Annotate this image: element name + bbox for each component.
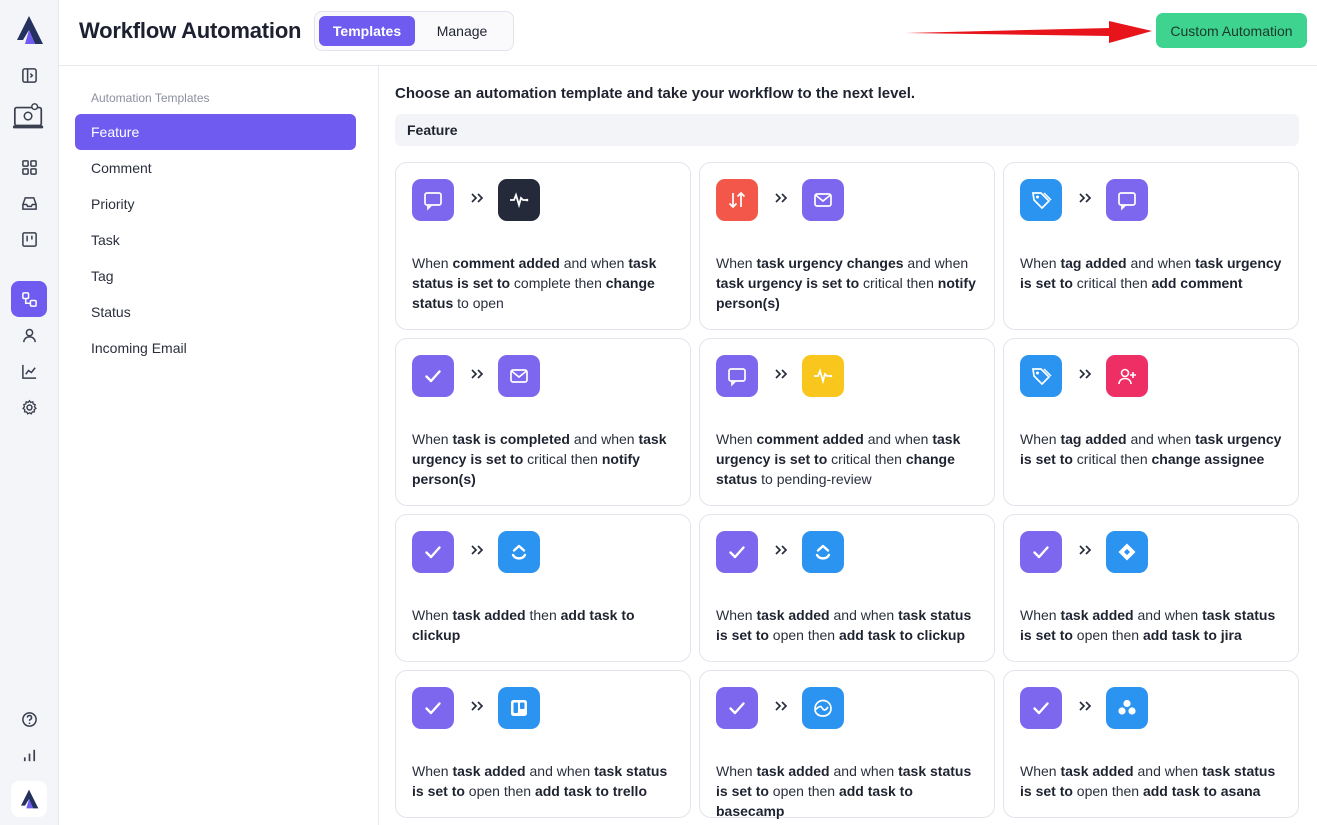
clickup-icon — [802, 531, 844, 573]
templates-main: Choose an automation template and take y… — [379, 66, 1317, 825]
check-icon — [412, 355, 454, 397]
subnav-item-tag[interactable]: Tag — [75, 258, 356, 294]
template-card[interactable]: When task added and when task status is … — [1003, 670, 1299, 818]
settings-gear-icon[interactable] — [11, 389, 47, 425]
app-rail — [0, 0, 59, 825]
template-description: When comment added and when task urgency… — [716, 431, 961, 487]
tab-templates[interactable]: Templates — [319, 16, 415, 46]
app-logo-icon[interactable] — [11, 12, 47, 48]
sort-arrows-icon — [716, 179, 758, 221]
template-card[interactable]: When task added and when task status is … — [699, 670, 995, 819]
subnav-item-task[interactable]: Task — [75, 222, 356, 258]
template-card[interactable]: When task added and when task status is … — [1003, 514, 1299, 662]
double-chevron-right-icon — [773, 366, 789, 382]
subnav-item-priority[interactable]: Priority — [75, 186, 356, 222]
custom-automation-button[interactable]: Custom Automation — [1156, 13, 1307, 48]
dashboard-grid-icon[interactable] — [11, 149, 47, 185]
comment-icon — [1106, 179, 1148, 221]
mail-icon — [498, 355, 540, 397]
template-card[interactable]: When task added and when task status is … — [699, 514, 995, 662]
double-chevron-right-icon — [469, 190, 485, 206]
activity-icon — [498, 179, 540, 221]
template-description: When task added and when task status is … — [1020, 607, 1276, 643]
template-categories: Automation Templates Feature Comment Pri… — [59, 66, 379, 825]
mail-icon — [802, 179, 844, 221]
basecamp-icon — [802, 687, 844, 729]
tag-icon — [1020, 355, 1062, 397]
check-icon — [1020, 531, 1062, 573]
trello-icon — [498, 687, 540, 729]
tag-icon — [1020, 179, 1062, 221]
template-card[interactable]: When task urgency changes and when task … — [699, 162, 995, 330]
double-chevron-right-icon — [773, 542, 789, 558]
help-icon[interactable] — [11, 701, 47, 737]
tab-manage[interactable]: Manage — [419, 16, 505, 46]
page-title: Workflow Automation — [79, 18, 302, 43]
check-icon — [412, 531, 454, 573]
double-chevron-right-icon — [773, 190, 789, 206]
subnav-item-feature[interactable]: Feature — [75, 114, 356, 150]
user-icon[interactable] — [11, 317, 47, 353]
template-description: When tag added and when task urgency is … — [1020, 255, 1282, 291]
subnav-item-status[interactable]: Status — [75, 294, 356, 330]
stats-bars-icon[interactable] — [11, 737, 47, 773]
template-description: When task added and when task status is … — [1020, 763, 1276, 799]
template-card[interactable]: When comment added and when task urgency… — [699, 338, 995, 506]
template-description: When task added and when task status is … — [716, 763, 972, 819]
comment-icon — [412, 179, 454, 221]
page-header: Workflow Automation Templates Manage Cus… — [59, 0, 1317, 66]
template-card[interactable]: When task added and when task status is … — [395, 670, 691, 818]
intro-text: Choose an automation template and take y… — [395, 85, 916, 102]
activity-icon — [802, 355, 844, 397]
template-card[interactable]: When tag added and when task urgency is … — [1003, 338, 1299, 506]
subnav-item-comment[interactable]: Comment — [75, 150, 356, 186]
template-card[interactable]: When tag added and when task urgency is … — [1003, 162, 1299, 330]
asana-icon — [1106, 687, 1148, 729]
jira-icon — [1106, 531, 1148, 573]
template-description: When task is completed and when task urg… — [412, 431, 667, 487]
template-description: When task added then add task to clickup — [412, 607, 635, 643]
section-header: Feature — [395, 114, 1299, 146]
sidebar-toggle-icon[interactable] — [11, 57, 47, 93]
double-chevron-right-icon — [1077, 698, 1093, 714]
automation-laptop-icon[interactable] — [11, 98, 47, 136]
subnav-heading: Automation Templates — [91, 91, 210, 105]
red-arrow-annotation — [906, 21, 1152, 43]
double-chevron-right-icon — [469, 366, 485, 382]
double-chevron-right-icon — [773, 698, 789, 714]
template-description: When task added and when task status is … — [716, 607, 972, 643]
template-card[interactable]: When comment added and when task status … — [395, 162, 691, 330]
double-chevron-right-icon — [1077, 542, 1093, 558]
view-tabs: Templates Manage — [314, 11, 514, 51]
board-icon[interactable] — [11, 221, 47, 257]
template-description: When comment added and when task status … — [412, 255, 657, 311]
workflow-icon[interactable] — [11, 281, 47, 317]
workspace-logo-icon[interactable] — [11, 781, 47, 817]
template-card[interactable]: When task added then add task to clickup — [395, 514, 691, 662]
check-icon — [412, 687, 454, 729]
template-description: When task added and when task status is … — [412, 763, 668, 799]
subnav-item-incoming-email[interactable]: Incoming Email — [75, 330, 356, 366]
template-description: When tag added and when task urgency is … — [1020, 431, 1282, 467]
check-icon — [716, 531, 758, 573]
analytics-icon[interactable] — [11, 353, 47, 389]
double-chevron-right-icon — [469, 542, 485, 558]
check-icon — [1020, 687, 1062, 729]
comment-icon — [716, 355, 758, 397]
double-chevron-right-icon — [1077, 366, 1093, 382]
check-icon — [716, 687, 758, 729]
clickup-icon — [498, 531, 540, 573]
double-chevron-right-icon — [1077, 190, 1093, 206]
user-plus-icon — [1106, 355, 1148, 397]
template-card[interactable]: When task is completed and when task urg… — [395, 338, 691, 506]
template-description: When task urgency changes and when task … — [716, 255, 976, 311]
double-chevron-right-icon — [469, 698, 485, 714]
inbox-icon[interactable] — [11, 185, 47, 221]
